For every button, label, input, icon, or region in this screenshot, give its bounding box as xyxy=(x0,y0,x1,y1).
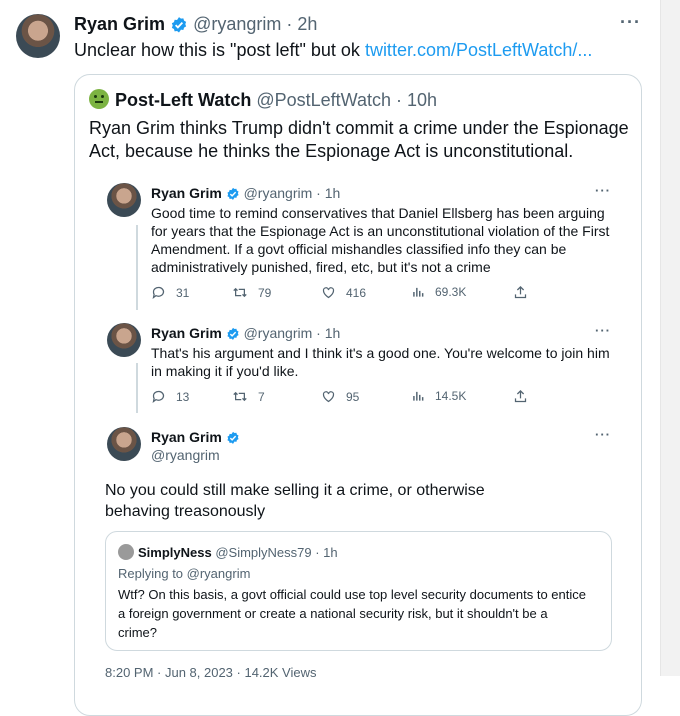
heart-icon xyxy=(322,391,335,403)
focus-author-name: Ryan Grim xyxy=(151,429,222,445)
reply-icon xyxy=(152,286,165,299)
shot-tweet-header: Ryan Grim @ryangrim · 1h xyxy=(151,185,340,201)
quote-text: Ryan Grim thinks Trump didn't commit a c… xyxy=(89,118,629,161)
embedded-screenshot: Ryan Grim @ryangrim · 1h ··· Good time t… xyxy=(97,177,618,715)
reply-count: 31 xyxy=(176,285,190,300)
inner-quote-text: Wtf? On this basis, a govt official coul… xyxy=(118,587,586,640)
tweet-actions: 31 79 416 69.3K xyxy=(97,285,618,305)
view-count: 69.3K xyxy=(435,285,467,299)
retweet-icon xyxy=(233,287,247,298)
verified-badge-icon xyxy=(227,432,239,445)
reply-count: 13 xyxy=(176,389,190,404)
verified-badge-icon xyxy=(227,328,239,341)
share-icon xyxy=(514,389,527,403)
quote-author-name: Post-Left Watch xyxy=(115,90,252,110)
shot-author-handle: @ryangrim xyxy=(243,325,313,341)
author-name[interactable]: Ryan Grim xyxy=(74,14,165,34)
focus-author-handle: @ryangrim xyxy=(151,447,220,463)
shot-tweet-time: · 1h xyxy=(316,185,341,201)
inner-quote-header: SimplyNess @SimplyNess79 · 1h xyxy=(118,544,338,560)
focus-tweet-header: Ryan Grim xyxy=(151,429,240,445)
inner-author-handle: @SimplyNess79 xyxy=(215,545,312,560)
avatar xyxy=(107,323,141,357)
focus-tweet-text: No you could still make selling it a cri… xyxy=(105,482,485,520)
views-icon xyxy=(413,391,424,401)
tweet-time[interactable]: · 2h xyxy=(286,14,317,34)
tweet-actions: 13 7 95 14.5K xyxy=(97,389,618,409)
retweet-count: 7 xyxy=(258,389,265,404)
tweet-link[interactable]: twitter.com/PostLeftWatch/... xyxy=(365,40,592,60)
view-count: 14.5K xyxy=(435,389,467,403)
heart-icon xyxy=(322,287,335,299)
shot-author-handle: @ryangrim xyxy=(243,185,313,201)
shot-tweet-header: Ryan Grim @ryangrim · 1h xyxy=(151,325,340,341)
quote-author-handle: @PostLeftWatch xyxy=(256,90,392,110)
like-count: 416 xyxy=(346,285,367,300)
avatar[interactable] xyxy=(16,14,60,58)
tweet-header: Ryan Grim @ryangrim · 2h xyxy=(74,14,317,35)
shot-author-name: Ryan Grim xyxy=(151,325,222,341)
avatar xyxy=(118,544,134,560)
right-panel-edge xyxy=(660,0,680,676)
author-handle[interactable]: @ryangrim xyxy=(193,14,281,34)
views-icon xyxy=(413,287,424,297)
more-icon: ··· xyxy=(595,427,611,442)
more-icon[interactable]: ··· xyxy=(620,12,641,33)
tweet-timestamp: 8:20 PM · Jun 8, 2023 · 14.2K Views xyxy=(105,665,317,680)
tweet-text: Unclear how this is "post left" but ok t… xyxy=(74,40,592,61)
like-count: 95 xyxy=(346,389,360,404)
shot-author-name: Ryan Grim xyxy=(151,185,222,201)
quoted-tweet-card[interactable]: Post-Left Watch @PostLeftWatch · 10h Rya… xyxy=(74,74,642,716)
quote-header: Post-Left Watch @PostLeftWatch · 10h xyxy=(89,89,437,111)
verified-badge-icon xyxy=(171,17,187,33)
tweet-page: Ryan Grim @ryangrim · 2h ··· Unclear how… xyxy=(0,0,660,716)
shot-tweet-time: · 1h xyxy=(316,325,341,341)
more-icon: ··· xyxy=(595,323,611,338)
quote-time: · 10h xyxy=(396,90,438,110)
sick-face-avatar-icon xyxy=(89,89,109,109)
retweet-count: 79 xyxy=(258,285,272,300)
retweet-icon xyxy=(233,391,247,402)
avatar xyxy=(107,183,141,217)
inner-quoted-tweet: SimplyNess @SimplyNess79 · 1h Replying t… xyxy=(105,531,612,651)
shot-tweet-text: That's his argument and I think it's a g… xyxy=(151,345,610,379)
more-icon: ··· xyxy=(595,183,611,198)
replying-to: Replying to @ryangrim xyxy=(118,566,251,581)
shot-tweet-text: Good time to remind conservatives that D… xyxy=(151,205,610,275)
tweet-body: Unclear how this is "post left" but ok xyxy=(74,40,360,60)
share-icon xyxy=(514,285,527,299)
inner-author-name: SimplyNess xyxy=(138,545,212,560)
inner-time: · 1h xyxy=(315,545,338,560)
verified-badge-icon xyxy=(227,188,239,201)
reply-icon xyxy=(152,390,165,403)
avatar xyxy=(107,427,141,461)
